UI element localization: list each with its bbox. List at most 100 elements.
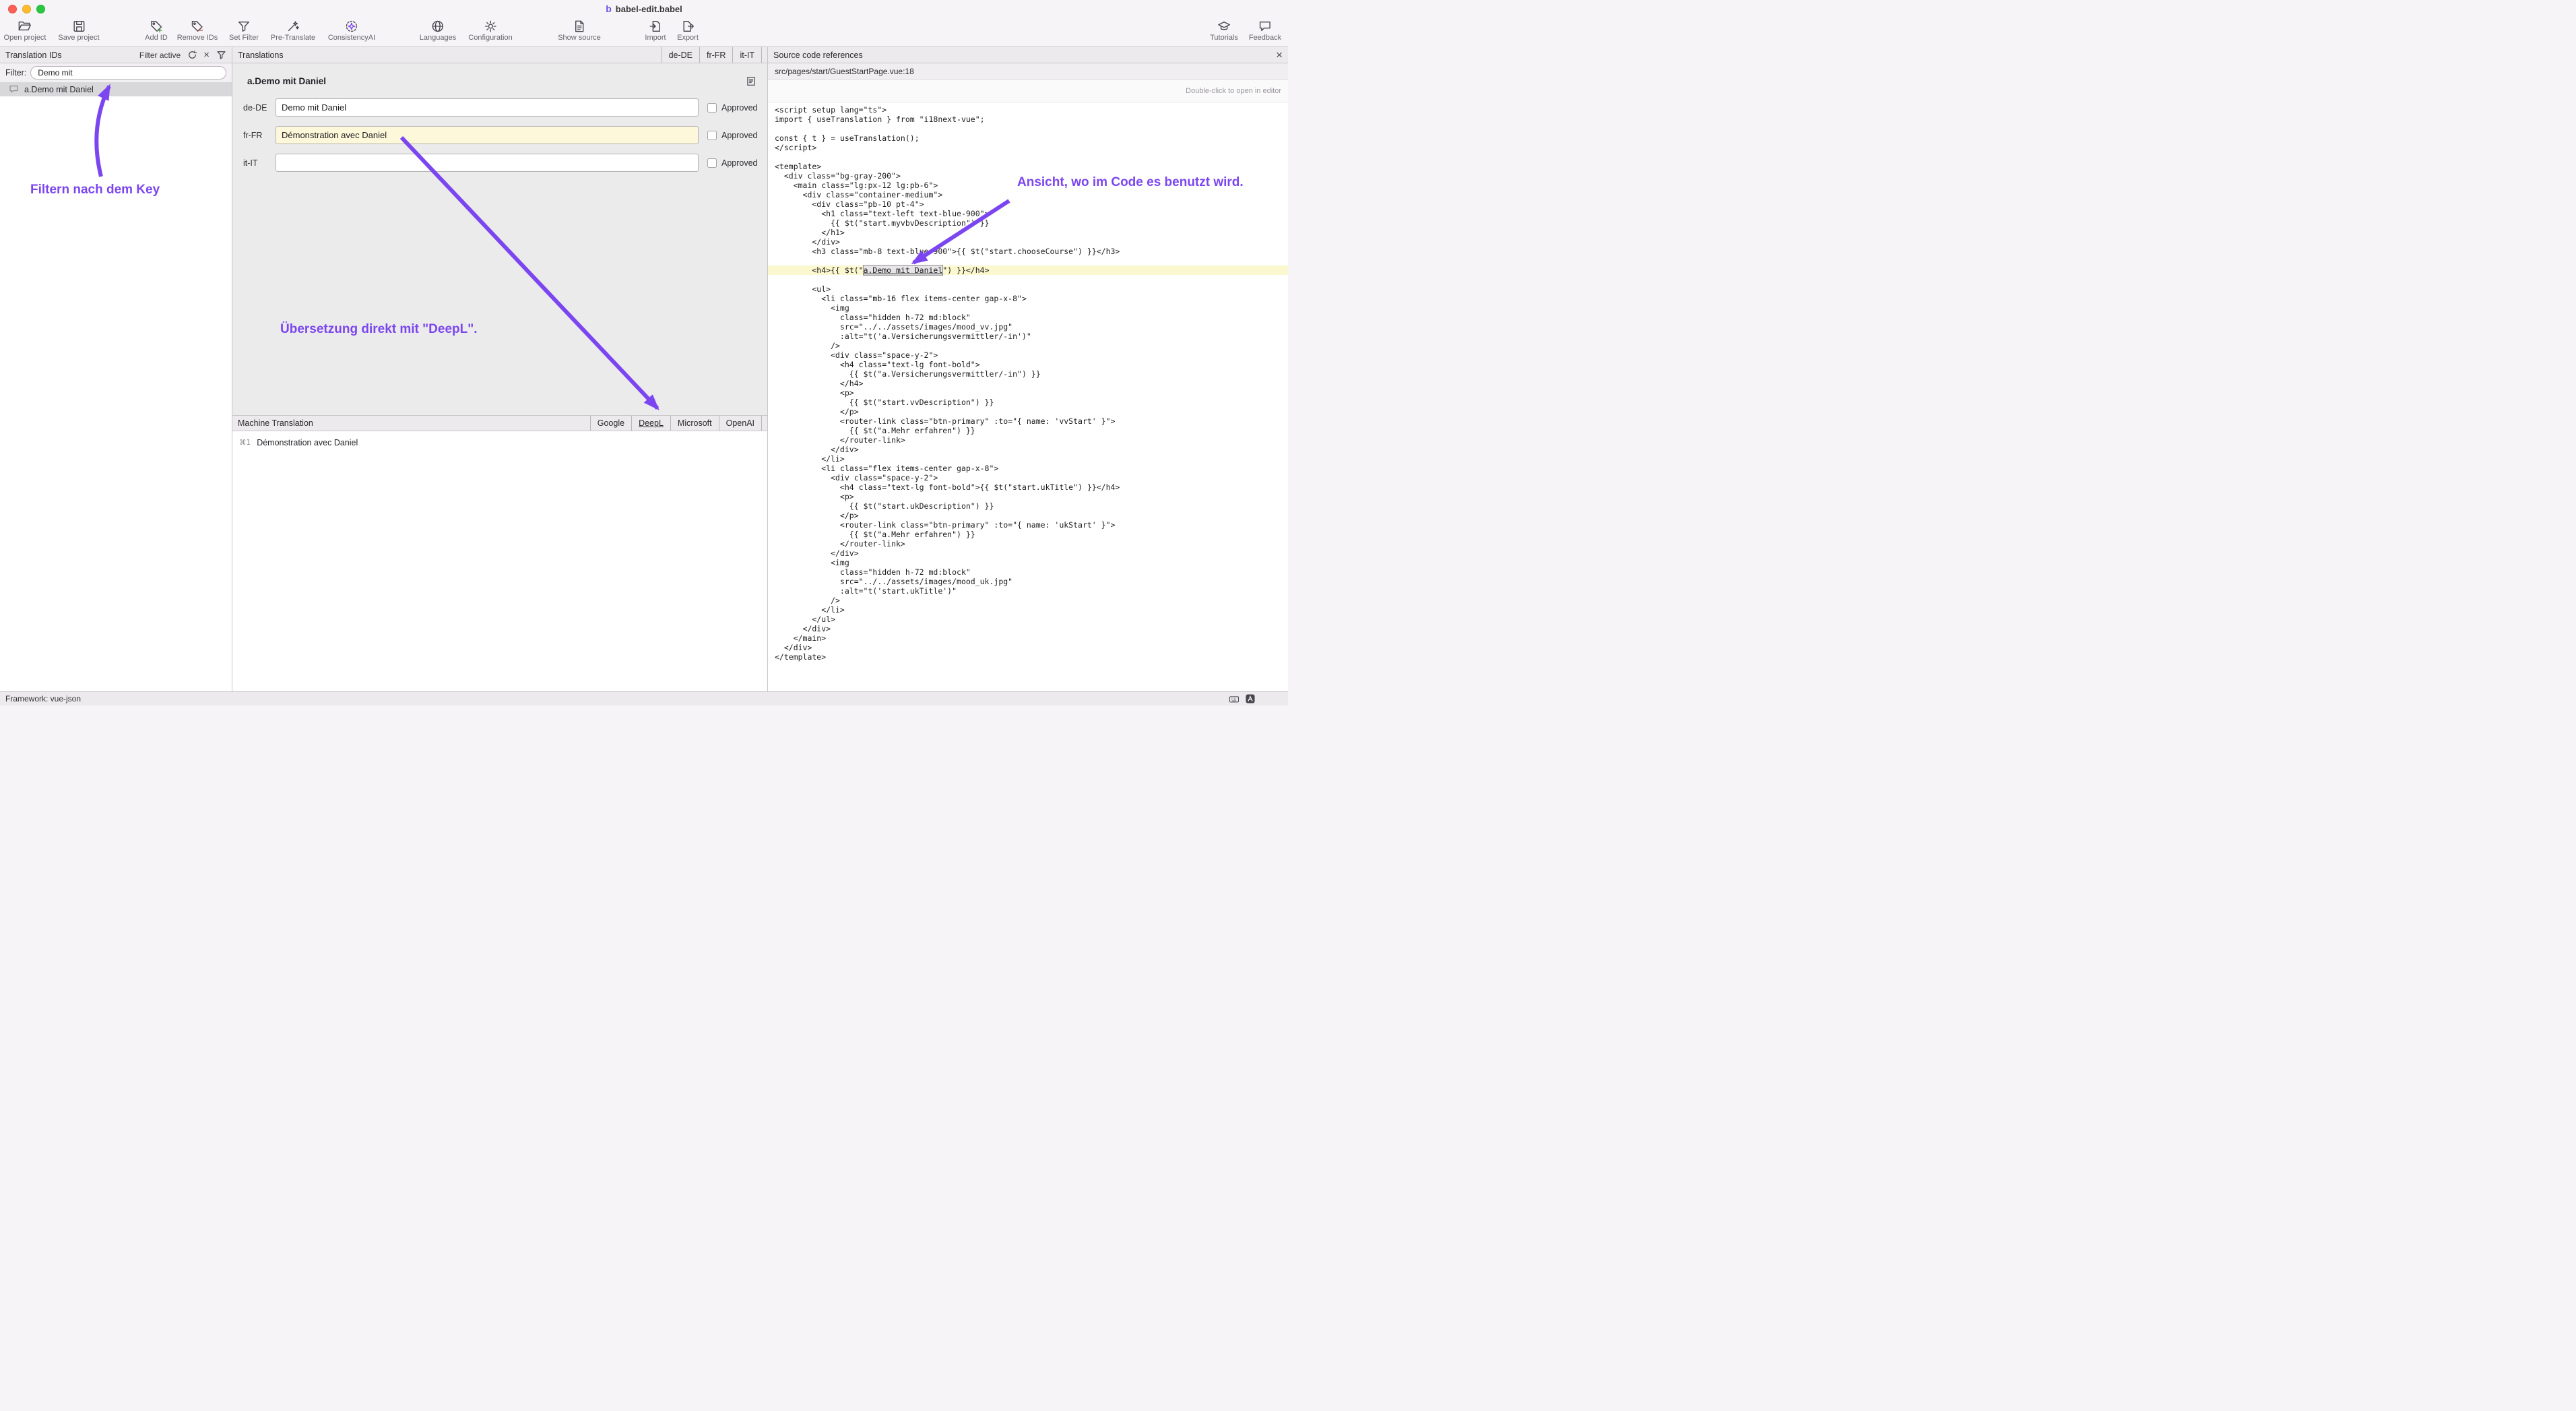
approved-checkbox-de-de[interactable]: [707, 103, 717, 113]
code-line: <script setup lang="ts">: [768, 105, 1288, 115]
code-line: <h4 class="text-lg font-bold">: [768, 360, 1288, 369]
toolbar-item-consistencyai[interactable]: ConsistencyAI: [328, 19, 375, 42]
language-tab-fr-fr[interactable]: fr-FR: [699, 47, 732, 63]
code-line: class="hidden h-72 md:block": [768, 313, 1288, 322]
toolbar-item-add-id[interactable]: Add ID: [145, 19, 168, 42]
highlighted-translation-key[interactable]: a.Demo mit Daniel: [864, 265, 943, 275]
toolbar-item-label: Feedback: [1249, 34, 1281, 42]
toolbar-item-pre-translate[interactable]: Pre-Translate: [271, 19, 315, 42]
toolbar-item-import[interactable]: Import: [645, 19, 666, 42]
toolbar-item-export[interactable]: Export: [677, 19, 699, 42]
code-line: </ul>: [768, 615, 1288, 624]
code-line: <div class="bg-gray-200">: [768, 171, 1288, 181]
tutorials-icon: [1217, 19, 1231, 34]
language-tab-it-it[interactable]: it-IT: [732, 47, 762, 63]
code-line: </p>: [768, 511, 1288, 520]
comment-bubble-icon: [8, 84, 19, 95]
approved-checkbox-it-it[interactable]: [707, 158, 717, 168]
translations-title: Translations: [238, 51, 284, 60]
clear-filter-icon[interactable]: ×: [203, 50, 210, 60]
close-window-button[interactable]: [8, 5, 17, 13]
toolbar: Open project Save project Add ID Remove IDs…: [0, 18, 1288, 47]
comment-note-icon[interactable]: [746, 75, 756, 86]
mt-provider-tab-deepl[interactable]: DeepL: [631, 416, 670, 431]
mt-provider-tab-openai[interactable]: OpenAI: [719, 416, 762, 431]
toolbar-item-label: Export: [677, 34, 699, 42]
source-file-reference[interactable]: src/pages/start/GuestStartPage.vue:18: [768, 63, 1288, 80]
code-line: </router-link>: [768, 435, 1288, 445]
toolbar-item-label: ConsistencyAI: [328, 34, 375, 42]
toolbar-item-set-filter[interactable]: Set Filter: [229, 19, 259, 42]
toolbar-item-label: Remove IDs: [177, 34, 218, 42]
translation-id-list[interactable]: a.Demo mit Daniel: [0, 82, 232, 691]
code-line: </li>: [768, 454, 1288, 464]
main-area: Translation IDs Filter active × Filter: …: [0, 47, 1288, 691]
toolbar-item-label: Import: [645, 34, 666, 42]
code-line: [768, 152, 1288, 162]
code-line: <h4 class="text-lg font-bold">{{ $t("sta…: [768, 482, 1288, 492]
code-line: {{ $t("a.Mehr erfahren") }}: [768, 530, 1288, 539]
toolbar-item-save-project[interactable]: Save project: [58, 19, 99, 42]
filter-icon[interactable]: [216, 50, 226, 61]
approved-checkbox-fr-fr[interactable]: [707, 131, 717, 140]
toolbar-item-label: Save project: [58, 34, 99, 42]
code-line: </template>: [768, 652, 1288, 662]
source-code-header: Source code references ×: [768, 47, 1288, 63]
toolbar-item-label: Pre-Translate: [271, 34, 315, 42]
code-line: </div>: [768, 548, 1288, 558]
filter-label: Filter:: [5, 68, 26, 77]
machine-translation-result[interactable]: ⌘1 Démonstration avec Daniel: [232, 431, 767, 447]
toolbar-item-feedback[interactable]: Feedback: [1249, 19, 1281, 42]
keyboard-icon[interactable]: [1229, 693, 1239, 704]
window-controls: [8, 5, 45, 13]
translation-id-label: a.Demo mit Daniel: [24, 85, 94, 94]
minimize-window-button[interactable]: [22, 5, 31, 13]
mt-provider-tab-google[interactable]: Google: [590, 416, 631, 431]
language-label: de-DE: [243, 103, 276, 113]
code-line: {{ $t("start.ukDescription") }}: [768, 501, 1288, 511]
filter-input[interactable]: [30, 66, 226, 80]
close-source-panel-icon[interactable]: ×: [1276, 49, 1283, 61]
toolbar-item-configuration[interactable]: Configuration: [468, 19, 512, 42]
translation-input-it-it[interactable]: [276, 154, 699, 172]
translation-row-it-it: it-ITApproved: [243, 154, 767, 172]
translation-input-de-de[interactable]: [276, 98, 699, 117]
toolbar-item-remove-ids[interactable]: Remove IDs: [177, 19, 218, 42]
code-line: class="hidden h-72 md:block": [768, 567, 1288, 577]
zoom-window-button[interactable]: [36, 5, 45, 13]
toolbar-item-label: Open project: [4, 34, 46, 42]
toolbar-item-show-source[interactable]: Show source: [558, 19, 601, 42]
toolbar-item-languages[interactable]: Languages: [420, 19, 456, 42]
translations-panel: Translations de-DEfr-FRit-IT a.Demo mit …: [232, 47, 767, 691]
toolbar-item-tutorials[interactable]: Tutorials: [1210, 19, 1238, 42]
approved-label: Approved: [721, 131, 758, 140]
code-line: </div>: [768, 237, 1288, 247]
add-id-icon: [150, 19, 163, 34]
translation-input-fr-fr[interactable]: [276, 126, 699, 144]
language-tab-de-de[interactable]: de-DE: [662, 47, 699, 63]
filter-active-label[interactable]: Filter active: [139, 51, 181, 60]
machine-translation-title: Machine Translation: [238, 418, 313, 428]
code-line: <li class="flex items-center gap-x-8">: [768, 464, 1288, 473]
feedback-icon: [1258, 19, 1272, 34]
code-line: <router-link class="btn-primary" :to="{ …: [768, 520, 1288, 530]
code-line: <div class="space-y-2">: [768, 473, 1288, 482]
code-line: <p>: [768, 388, 1288, 398]
code-area[interactable]: <script setup lang="ts">import { useTran…: [768, 102, 1288, 691]
translation-ids-header: Translation IDs Filter active ×: [0, 47, 232, 63]
code-line: [768, 124, 1288, 133]
code-line: </router-link>: [768, 539, 1288, 548]
translation-id-item[interactable]: a.Demo mit Daniel: [0, 82, 232, 96]
code-line: </div>: [768, 624, 1288, 633]
code-line: [768, 275, 1288, 284]
configuration-icon: [484, 19, 497, 34]
framework-status: Framework: vue-json: [5, 694, 81, 703]
translation-row-fr-fr: fr-FRApproved: [243, 126, 767, 144]
toolbar-item-label: Tutorials: [1210, 34, 1238, 42]
code-line: <div class="container-medium">: [768, 190, 1288, 199]
mt-provider-tab-microsoft[interactable]: Microsoft: [670, 416, 719, 431]
toolbar-item-open-project[interactable]: Open project: [4, 19, 46, 42]
input-source-icon[interactable]: [1245, 693, 1256, 704]
language-label: it-IT: [243, 158, 276, 168]
refresh-icon[interactable]: [187, 50, 197, 61]
